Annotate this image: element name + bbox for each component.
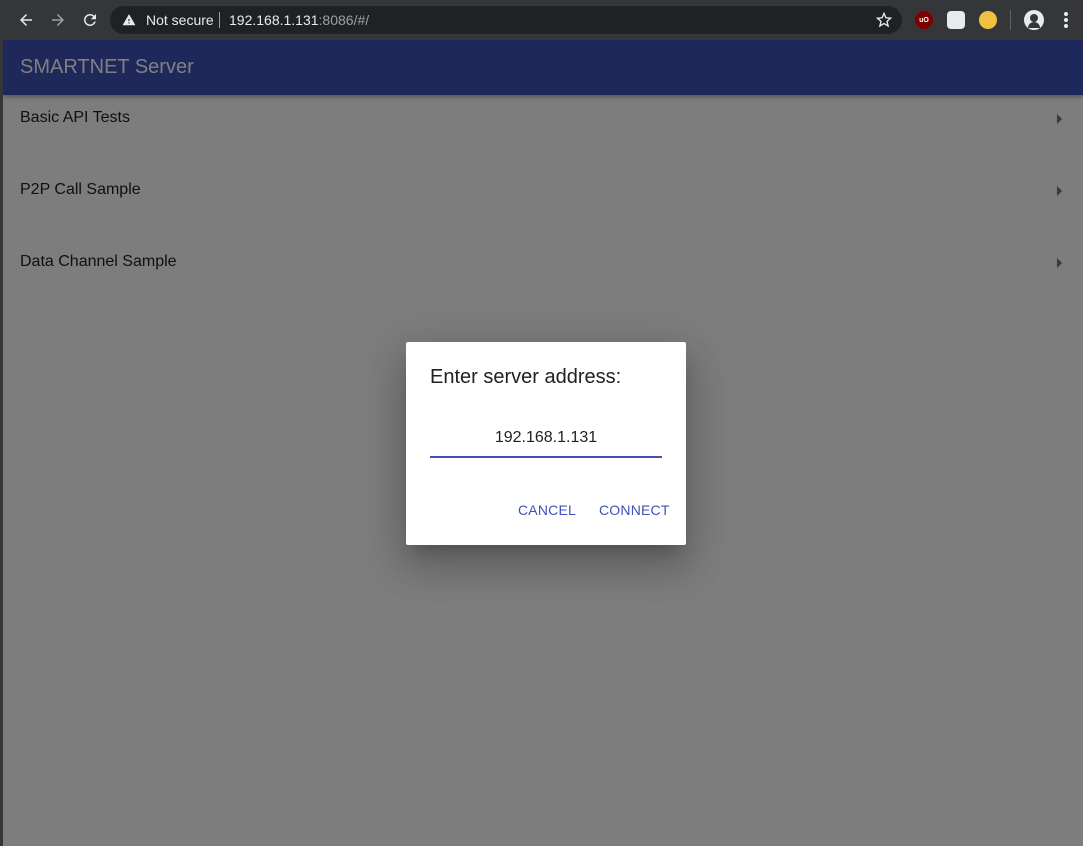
url-text[interactable]: 192.168.1.131:8086/#/ [229,12,369,28]
browser-menu-icon[interactable] [1058,11,1074,29]
page-viewport: SMARTNET Server Basic API Tests P2P Call… [3,40,1083,846]
back-button[interactable] [14,8,38,32]
profile-avatar-icon[interactable] [1024,10,1044,30]
url-host: 192.168.1.131 [229,12,319,28]
reload-button[interactable] [78,8,102,32]
server-address-dialog: Enter server address: CANCEL CONNECT [406,342,686,545]
extension-icon[interactable] [979,11,997,29]
arrow-left-icon [20,14,32,26]
toolbar-divider [1010,10,1011,30]
url-path: :8086/#/ [318,12,370,28]
bookmark-star-icon[interactable] [876,12,892,28]
extension-icon[interactable] [947,11,965,29]
browser-toolbar: Not secure 192.168.1.131:8086/#/ uO [0,0,1083,40]
security-label[interactable]: Not secure [146,12,214,28]
address-bar[interactable]: Not secure 192.168.1.131:8086/#/ [110,6,902,34]
connect-button[interactable]: CONNECT [599,502,670,518]
cancel-button[interactable]: CANCEL [518,502,576,518]
forward-button[interactable] [46,8,70,32]
dialog-title: Enter server address: [430,366,622,388]
arrow-right-icon [52,14,64,26]
reload-icon [83,13,96,26]
omnibox-divider [219,12,220,28]
ublock-icon[interactable]: uO [915,11,933,29]
server-address-input[interactable] [430,420,662,458]
warning-icon [122,14,136,26]
